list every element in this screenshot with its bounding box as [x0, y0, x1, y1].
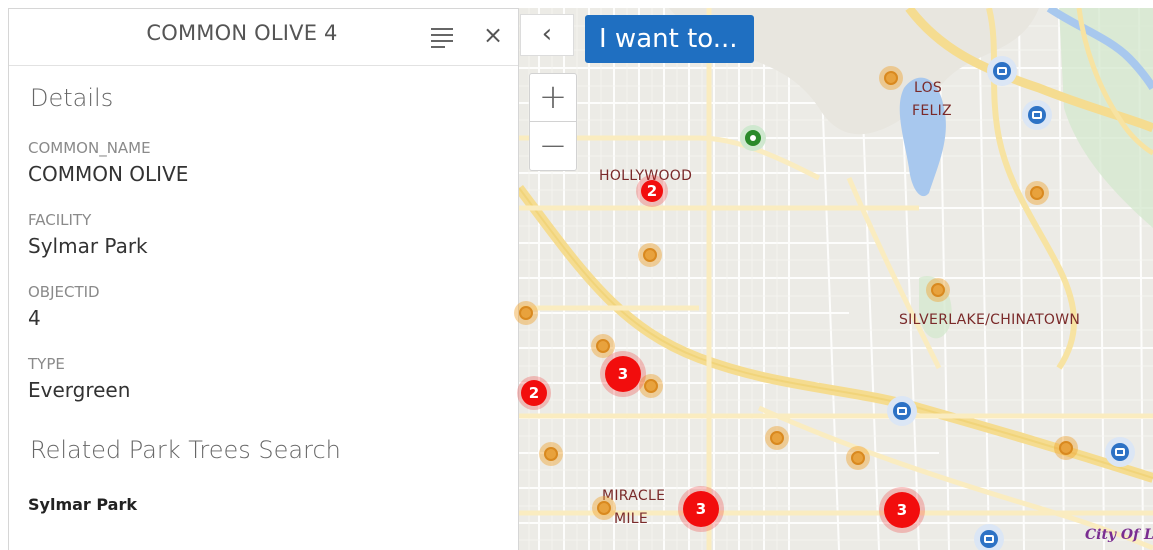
field-value-common-name: COMMON OLIVE	[28, 162, 189, 186]
zoom-in-button[interactable]: +	[530, 74, 576, 122]
map-label-feliz: FELIZ	[912, 103, 952, 119]
cluster-count: 3	[605, 356, 641, 392]
cluster-count: 3	[683, 491, 719, 527]
camera-icon[interactable]	[887, 396, 917, 426]
cluster-marker[interactable]: 3	[678, 486, 724, 532]
i-want-to-button[interactable]: I want to...	[585, 15, 754, 63]
cluster-count: 2	[521, 380, 547, 406]
feature-details-panel: COMMON OLIVE 4 × Details COMMON_NAME COM…	[8, 8, 519, 550]
field-value-objectid: 4	[28, 306, 41, 330]
field-label-type: TYPE	[28, 355, 65, 373]
camera-icon[interactable]	[1022, 100, 1052, 130]
field-label-facility: FACILITY	[28, 211, 92, 229]
cluster-count: 3	[884, 492, 920, 528]
zoom-control: + −	[529, 73, 577, 171]
basemap	[519, 8, 1153, 550]
cluster-marker[interactable]: 2	[636, 175, 668, 207]
tree-point-marker[interactable]	[1025, 181, 1049, 205]
tree-point-marker[interactable]	[592, 496, 616, 520]
map-label-los: LOS	[914, 80, 943, 96]
tree-point-marker[interactable]	[879, 66, 903, 90]
camera-icon[interactable]	[987, 56, 1017, 86]
field-value-type: Evergreen	[28, 378, 131, 402]
map-label-mile: MILE	[614, 511, 649, 527]
camera-icon[interactable]	[974, 524, 1004, 550]
related-search-link[interactable]: Sylmar Park	[28, 495, 137, 514]
field-label-common-name: COMMON_NAME	[28, 139, 151, 157]
panel-title: COMMON OLIVE 4	[146, 21, 338, 45]
list-menu-icon[interactable]	[429, 26, 455, 48]
cluster-marker[interactable]: 2	[517, 376, 551, 410]
zoom-out-button[interactable]: −	[530, 123, 576, 171]
collapse-panel-button[interactable]: ‹	[520, 14, 574, 56]
tree-point-marker[interactable]	[765, 426, 789, 450]
tree-point-marker[interactable]	[926, 278, 950, 302]
map-label-silverlake-chinatown: SILVERLAKE/CHINATOWN	[899, 312, 1081, 328]
details-heading: Details	[30, 84, 114, 112]
field-label-objectid: OBJECTID	[28, 283, 100, 301]
map-view[interactable]: LOS FELIZ HOLLYWOOD SILVERLAKE/CHINATOWN…	[519, 8, 1153, 550]
tree-point-marker[interactable]	[846, 446, 870, 470]
cluster-marker[interactable]: 3	[600, 351, 646, 397]
cluster-count: 2	[641, 180, 663, 202]
camera-icon[interactable]	[1105, 437, 1135, 467]
tree-point-marker[interactable]	[514, 301, 538, 325]
tree-point-marker[interactable]	[1054, 436, 1078, 460]
panel-header: COMMON OLIVE 4 ×	[9, 9, 518, 66]
field-value-facility: Sylmar Park	[28, 234, 148, 258]
tree-point-marker[interactable]	[539, 442, 563, 466]
tree-point-marker[interactable]	[638, 243, 662, 267]
related-search-heading: Related Park Trees Search	[30, 436, 341, 464]
cluster-marker[interactable]: 3	[879, 487, 925, 533]
map-label-city: City Of Lo	[1085, 527, 1153, 543]
app-window: COMMON OLIVE 4 × Details COMMON_NAME COM…	[0, 0, 1153, 550]
close-icon[interactable]: ×	[482, 22, 504, 48]
